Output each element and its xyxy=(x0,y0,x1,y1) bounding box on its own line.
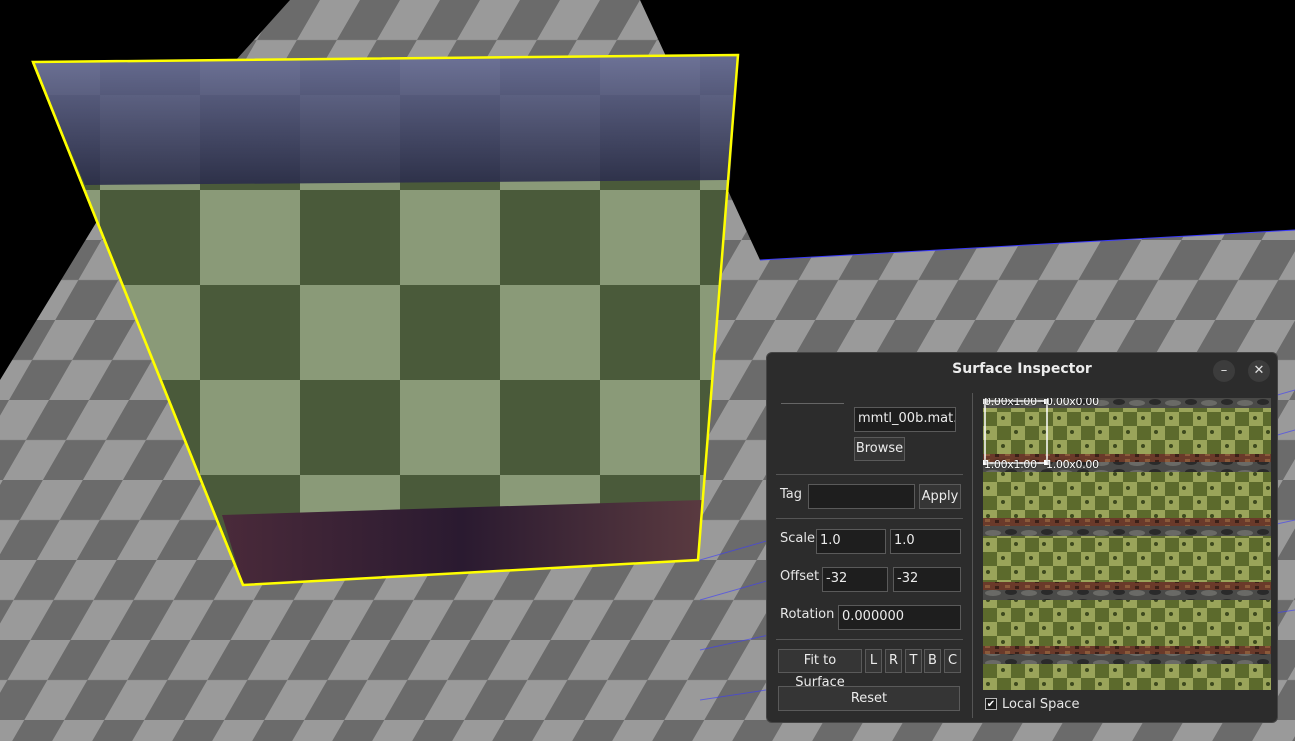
texture-tiles xyxy=(983,398,1271,690)
offset-x-input[interactable]: -32 xyxy=(822,567,888,592)
inspector-titlebar[interactable]: Surface Inspector – ✕ xyxy=(767,353,1277,387)
offset-y-input[interactable]: -32 xyxy=(893,567,961,592)
rotation-input[interactable]: 0.000000 xyxy=(838,605,961,630)
offset-label: Offset xyxy=(780,569,820,584)
rotation-label: Rotation xyxy=(780,607,835,622)
align-bottom-button[interactable]: B xyxy=(924,649,941,673)
tag-label: Tag xyxy=(780,487,803,502)
local-space-label: Local Space xyxy=(1002,697,1080,712)
scale-label: Scale xyxy=(780,531,815,546)
minimize-icon[interactable]: – xyxy=(1213,360,1235,382)
divider xyxy=(776,474,963,475)
uv-label-bottom-left: 1.00x1.00 xyxy=(984,458,1037,471)
align-left-button[interactable]: L xyxy=(865,649,882,673)
uv-label-top-right: 0.00x0.00 xyxy=(1046,398,1099,408)
fit-to-surface-button[interactable]: Fit to Surface xyxy=(778,649,862,690)
divider xyxy=(776,639,963,640)
inspector-title: Surface Inspector xyxy=(952,361,1092,377)
material-thumbnail xyxy=(781,403,844,404)
divider xyxy=(776,518,963,519)
local-space-checkbox[interactable]: ✔ xyxy=(985,698,997,710)
align-center-button[interactable]: C xyxy=(944,649,961,673)
texture-uv-preview[interactable]: 0.00x1.00 0.00x0.00 1.00x1.00 1.00x0.00 xyxy=(983,398,1271,690)
scale-x-input[interactable]: 1.0 xyxy=(816,529,886,554)
browse-button[interactable]: Browse xyxy=(854,437,905,461)
apply-button[interactable]: Apply xyxy=(919,484,961,509)
close-icon[interactable]: ✕ xyxy=(1248,360,1270,382)
align-right-button[interactable]: R xyxy=(885,649,902,673)
uv-label-bottom-right: 1.00x0.00 xyxy=(1046,458,1099,471)
reset-button[interactable]: Reset xyxy=(778,686,960,711)
tag-input[interactable] xyxy=(808,484,915,509)
panel-divider xyxy=(972,393,973,718)
align-top-button[interactable]: T xyxy=(905,649,922,673)
scale-y-input[interactable]: 1.0 xyxy=(890,529,961,554)
material-name-field[interactable]: mmtl_00b.mat.n xyxy=(854,407,956,432)
uv-label-top-left: 0.00x1.00 xyxy=(984,398,1037,408)
